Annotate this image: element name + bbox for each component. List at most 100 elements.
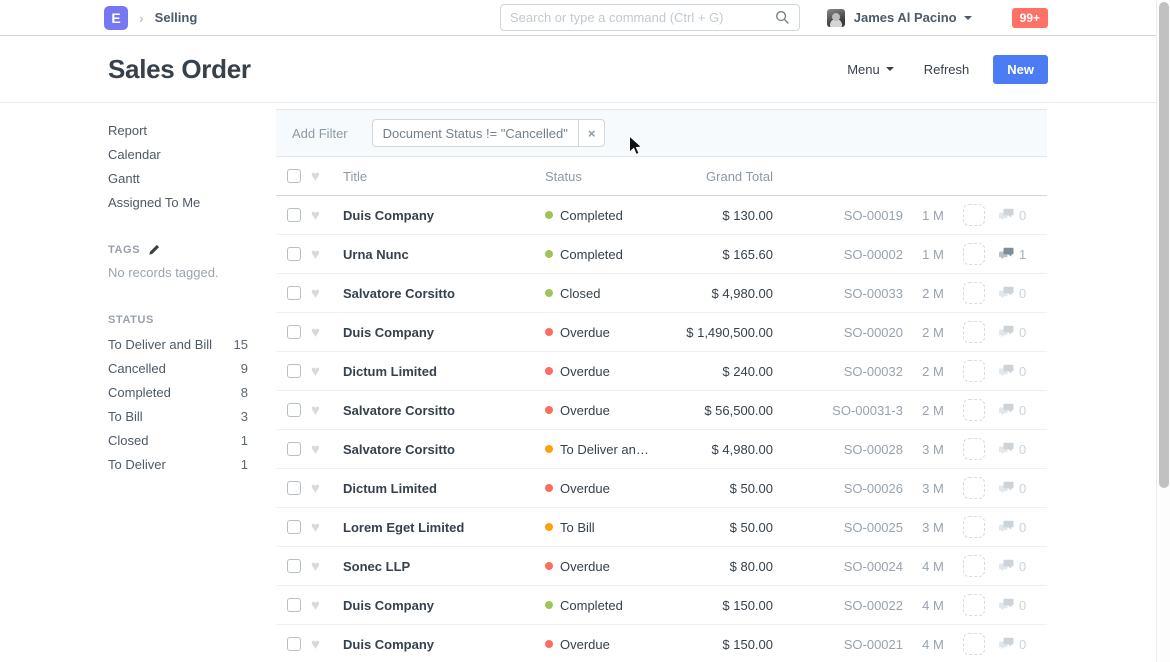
- row-title[interactable]: Dictum Limited: [337, 364, 540, 379]
- scrollbar-track[interactable]: [1156, 0, 1170, 662]
- table-row[interactable]: ♥ Duis Company Completed $ 130.00 SO-000…: [276, 196, 1047, 235]
- edit-tags-icon[interactable]: [148, 244, 160, 256]
- row-checkbox[interactable]: [287, 481, 301, 495]
- row-checkbox[interactable]: [287, 247, 301, 261]
- menu-button[interactable]: Menu: [847, 62, 894, 77]
- scrollbar-thumb[interactable]: [1159, 2, 1169, 488]
- status-filter-label: To Deliver: [108, 453, 166, 477]
- new-button[interactable]: New: [993, 55, 1048, 84]
- row-title[interactable]: Duis Company: [337, 325, 540, 340]
- row-title[interactable]: Sonec LLP: [337, 559, 540, 574]
- row-title[interactable]: Duis Company: [337, 637, 540, 652]
- tags-heading: TAGS: [108, 241, 256, 259]
- like-heart-icon[interactable]: ♥: [311, 442, 320, 457]
- row-checkbox[interactable]: [287, 637, 301, 651]
- like-heart-icon[interactable]: ♥: [311, 598, 320, 613]
- row-grand-total: $ 150.00: [676, 598, 779, 613]
- row-grand-total: $ 50.00: [676, 520, 779, 535]
- row-grand-total: $ 50.00: [676, 481, 779, 496]
- row-title[interactable]: Salvatore Corsitto: [337, 403, 540, 418]
- comment-indicator: 0: [991, 520, 1047, 535]
- filter-chip-label[interactable]: Document Status != "Cancelled": [373, 120, 578, 146]
- comments-icon: [998, 403, 1014, 417]
- add-filter-button[interactable]: Add Filter: [292, 126, 348, 141]
- row-age: 2 M: [909, 364, 957, 379]
- like-heart-icon[interactable]: ♥: [311, 364, 320, 379]
- row-checkbox[interactable]: [287, 559, 301, 573]
- chevron-down-icon: [886, 67, 894, 71]
- user-menu[interactable]: James Al Pacino: [854, 10, 957, 25]
- sidebar-view-link[interactable]: Assigned To Me: [108, 191, 256, 215]
- search-input[interactable]: [510, 10, 775, 25]
- sidebar-view-link[interactable]: Calendar: [108, 143, 256, 167]
- remove-filter-icon[interactable]: ×: [578, 120, 605, 146]
- breadcrumb-chevron-icon: ›: [139, 10, 144, 26]
- row-checkbox[interactable]: [287, 403, 301, 417]
- like-heart-icon[interactable]: ♥: [311, 286, 320, 301]
- row-checkbox[interactable]: [287, 208, 301, 222]
- table-row[interactable]: ♥ Salvatore Corsitto To Deliver an… $ 4,…: [276, 430, 1047, 469]
- sidebar-status-filter[interactable]: Completed 8: [108, 381, 256, 405]
- table-row[interactable]: ♥ Salvatore Corsitto Closed $ 4,980.00 S…: [276, 274, 1047, 313]
- row-status: To Deliver an…: [560, 442, 649, 457]
- row-checkbox[interactable]: [287, 442, 301, 456]
- refresh-button[interactable]: Refresh: [924, 62, 970, 77]
- sidebar-status-filter[interactable]: To Bill 3: [108, 405, 256, 429]
- row-title[interactable]: Lorem Eget Limited: [337, 520, 540, 535]
- like-heart-icon[interactable]: ♥: [311, 520, 320, 535]
- sidebar-view-link[interactable]: Report: [108, 119, 256, 143]
- table-row[interactable]: ♥ Duis Company Overdue $ 1,490,500.00 SO…: [276, 313, 1047, 352]
- like-heart-icon[interactable]: ♥: [311, 403, 320, 418]
- table-row[interactable]: ♥ Dictum Limited Overdue $ 240.00 SO-000…: [276, 352, 1047, 391]
- row-id: SO-00031-3: [779, 403, 909, 418]
- row-title[interactable]: Dictum Limited: [337, 481, 540, 496]
- row-title[interactable]: Urna Nunc: [337, 247, 540, 262]
- row-checkbox[interactable]: [287, 286, 301, 300]
- sidebar-status-filter[interactable]: To Deliver and Bill 15: [108, 333, 256, 357]
- row-age: 2 M: [909, 286, 957, 301]
- like-heart-icon[interactable]: ♥: [311, 208, 320, 223]
- sidebar-status-filter[interactable]: Cancelled 9: [108, 357, 256, 381]
- like-filter-icon[interactable]: ♥: [311, 169, 320, 184]
- sidebar-view-link[interactable]: Gantt: [108, 167, 256, 191]
- table-row[interactable]: ♥ Salvatore Corsitto Overdue $ 56,500.00…: [276, 391, 1047, 430]
- table-row[interactable]: ♥ Urna Nunc Completed $ 165.60 SO-00002 …: [276, 235, 1047, 274]
- row-title[interactable]: Salvatore Corsitto: [337, 286, 540, 301]
- table-row[interactable]: ♥ Duis Company Overdue $ 150.00 SO-00021…: [276, 625, 1047, 662]
- table-row[interactable]: ♥ Sonec LLP Overdue $ 80.00 SO-00024 4 M: [276, 547, 1047, 586]
- table-row[interactable]: ♥ Duis Company Completed $ 150.00 SO-000…: [276, 586, 1047, 625]
- row-grand-total: $ 80.00: [676, 559, 779, 574]
- user-avatar[interactable]: [827, 9, 845, 27]
- app-logo[interactable]: E: [104, 6, 128, 30]
- sidebar-status-filter[interactable]: To Deliver 1: [108, 453, 256, 477]
- status-indicator-dot: [545, 445, 553, 453]
- filter-area: Add Filter Document Status != "Cancelled…: [276, 109, 1047, 157]
- row-title[interactable]: Duis Company: [337, 598, 540, 613]
- row-title[interactable]: Duis Company: [337, 208, 540, 223]
- status-indicator-dot: [545, 406, 553, 414]
- row-checkbox[interactable]: [287, 520, 301, 534]
- comment-count: 0: [1019, 637, 1026, 652]
- row-status: Completed: [560, 208, 623, 223]
- row-checkbox[interactable]: [287, 325, 301, 339]
- row-checkbox[interactable]: [287, 598, 301, 612]
- like-heart-icon[interactable]: ♥: [311, 247, 320, 262]
- like-heart-icon[interactable]: ♥: [311, 637, 320, 652]
- comments-icon: [998, 637, 1014, 651]
- row-title[interactable]: Salvatore Corsitto: [337, 442, 540, 457]
- comment-count: 0: [1019, 598, 1026, 613]
- table-row[interactable]: ♥ Dictum Limited Overdue $ 50.00 SO-0002…: [276, 469, 1047, 508]
- comments-icon: [998, 598, 1014, 612]
- breadcrumb[interactable]: Selling: [155, 10, 198, 25]
- row-checkbox[interactable]: [287, 364, 301, 378]
- comment-indicator: 0: [991, 637, 1047, 652]
- notifications-badge[interactable]: 99+: [1012, 8, 1048, 28]
- table-row[interactable]: ♥ Lorem Eget Limited To Bill $ 50.00 SO-…: [276, 508, 1047, 547]
- like-heart-icon[interactable]: ♥: [311, 559, 320, 574]
- tags-heading-label: TAGS: [108, 241, 140, 259]
- like-heart-icon[interactable]: ♥: [311, 481, 320, 496]
- like-heart-icon[interactable]: ♥: [311, 325, 320, 340]
- sidebar-status-filter[interactable]: Closed 1: [108, 429, 256, 453]
- select-all-checkbox[interactable]: [287, 169, 301, 183]
- row-id: SO-00033: [779, 286, 909, 301]
